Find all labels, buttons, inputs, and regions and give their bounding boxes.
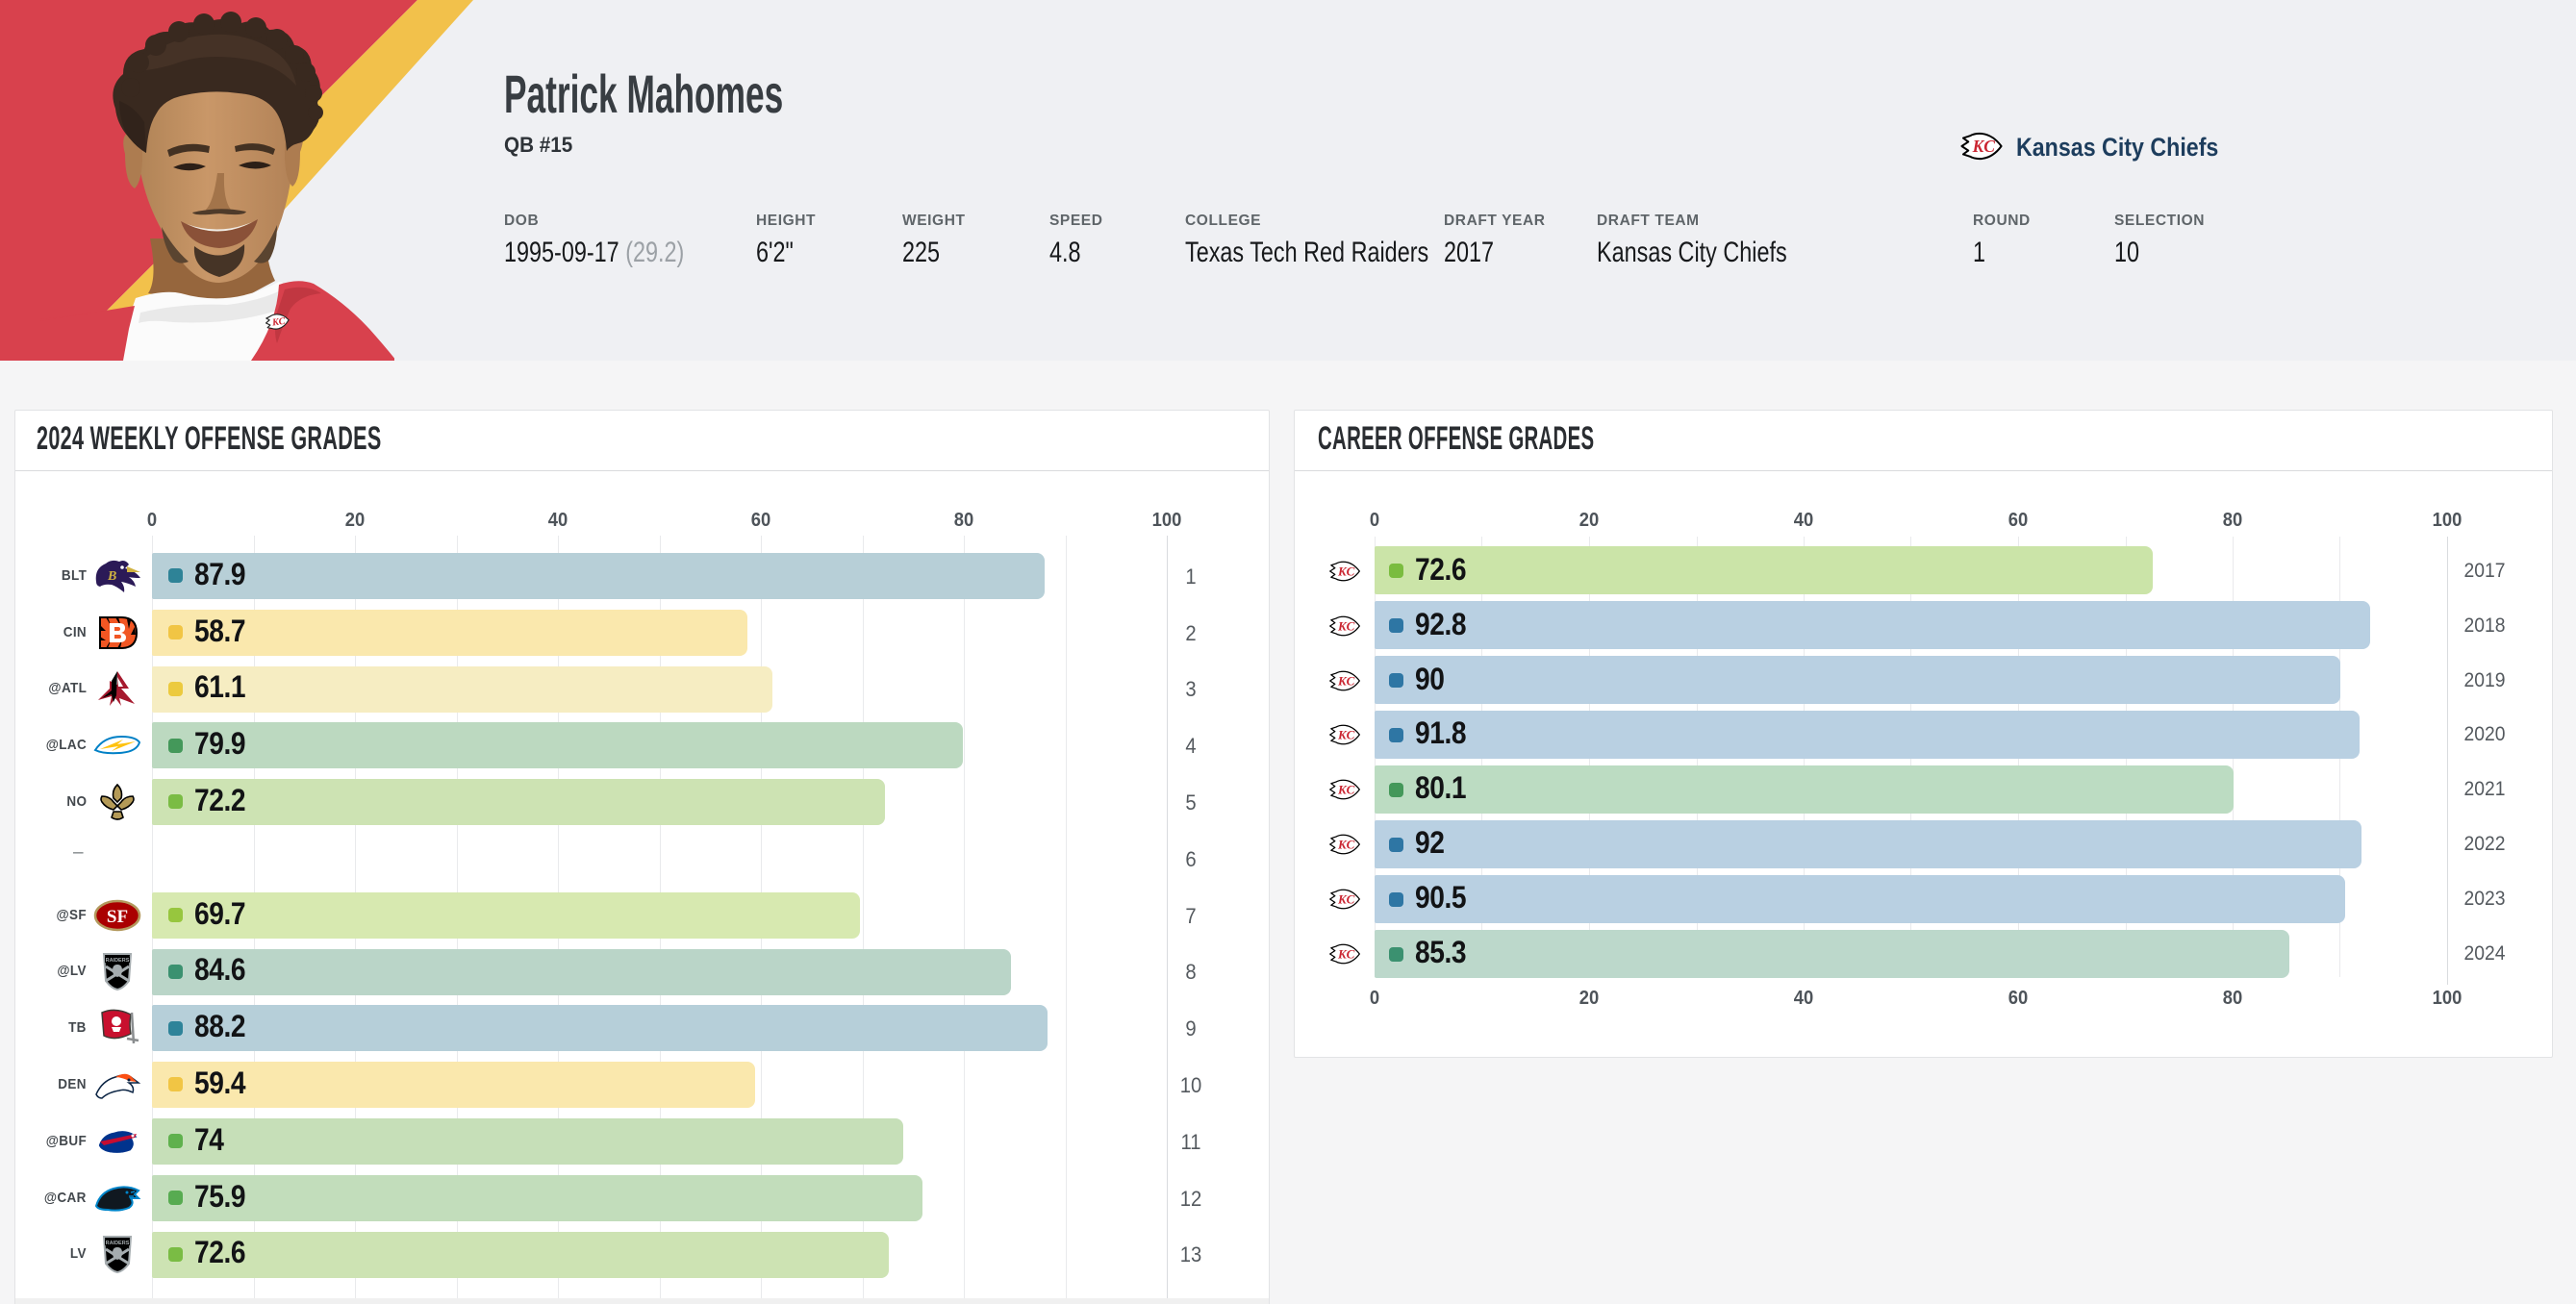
svg-text:KC: KC	[1337, 564, 1355, 579]
svg-text:RAIDERS: RAIDERS	[106, 958, 130, 964]
svg-text:KC: KC	[1337, 892, 1355, 907]
svg-text:KC: KC	[1337, 619, 1355, 634]
svg-text:B: B	[107, 569, 116, 584]
svg-text:KC: KC	[1972, 137, 1996, 156]
svg-text:SF: SF	[107, 907, 128, 927]
svg-text:KC: KC	[1337, 674, 1355, 689]
svg-text:KC: KC	[270, 316, 286, 329]
svg-text:KC: KC	[1337, 947, 1355, 962]
svg-text:KC: KC	[1337, 728, 1355, 742]
svg-text:KC: KC	[1337, 783, 1355, 797]
svg-text:KC: KC	[1337, 838, 1355, 852]
svg-text:RAIDERS: RAIDERS	[106, 1241, 130, 1246]
